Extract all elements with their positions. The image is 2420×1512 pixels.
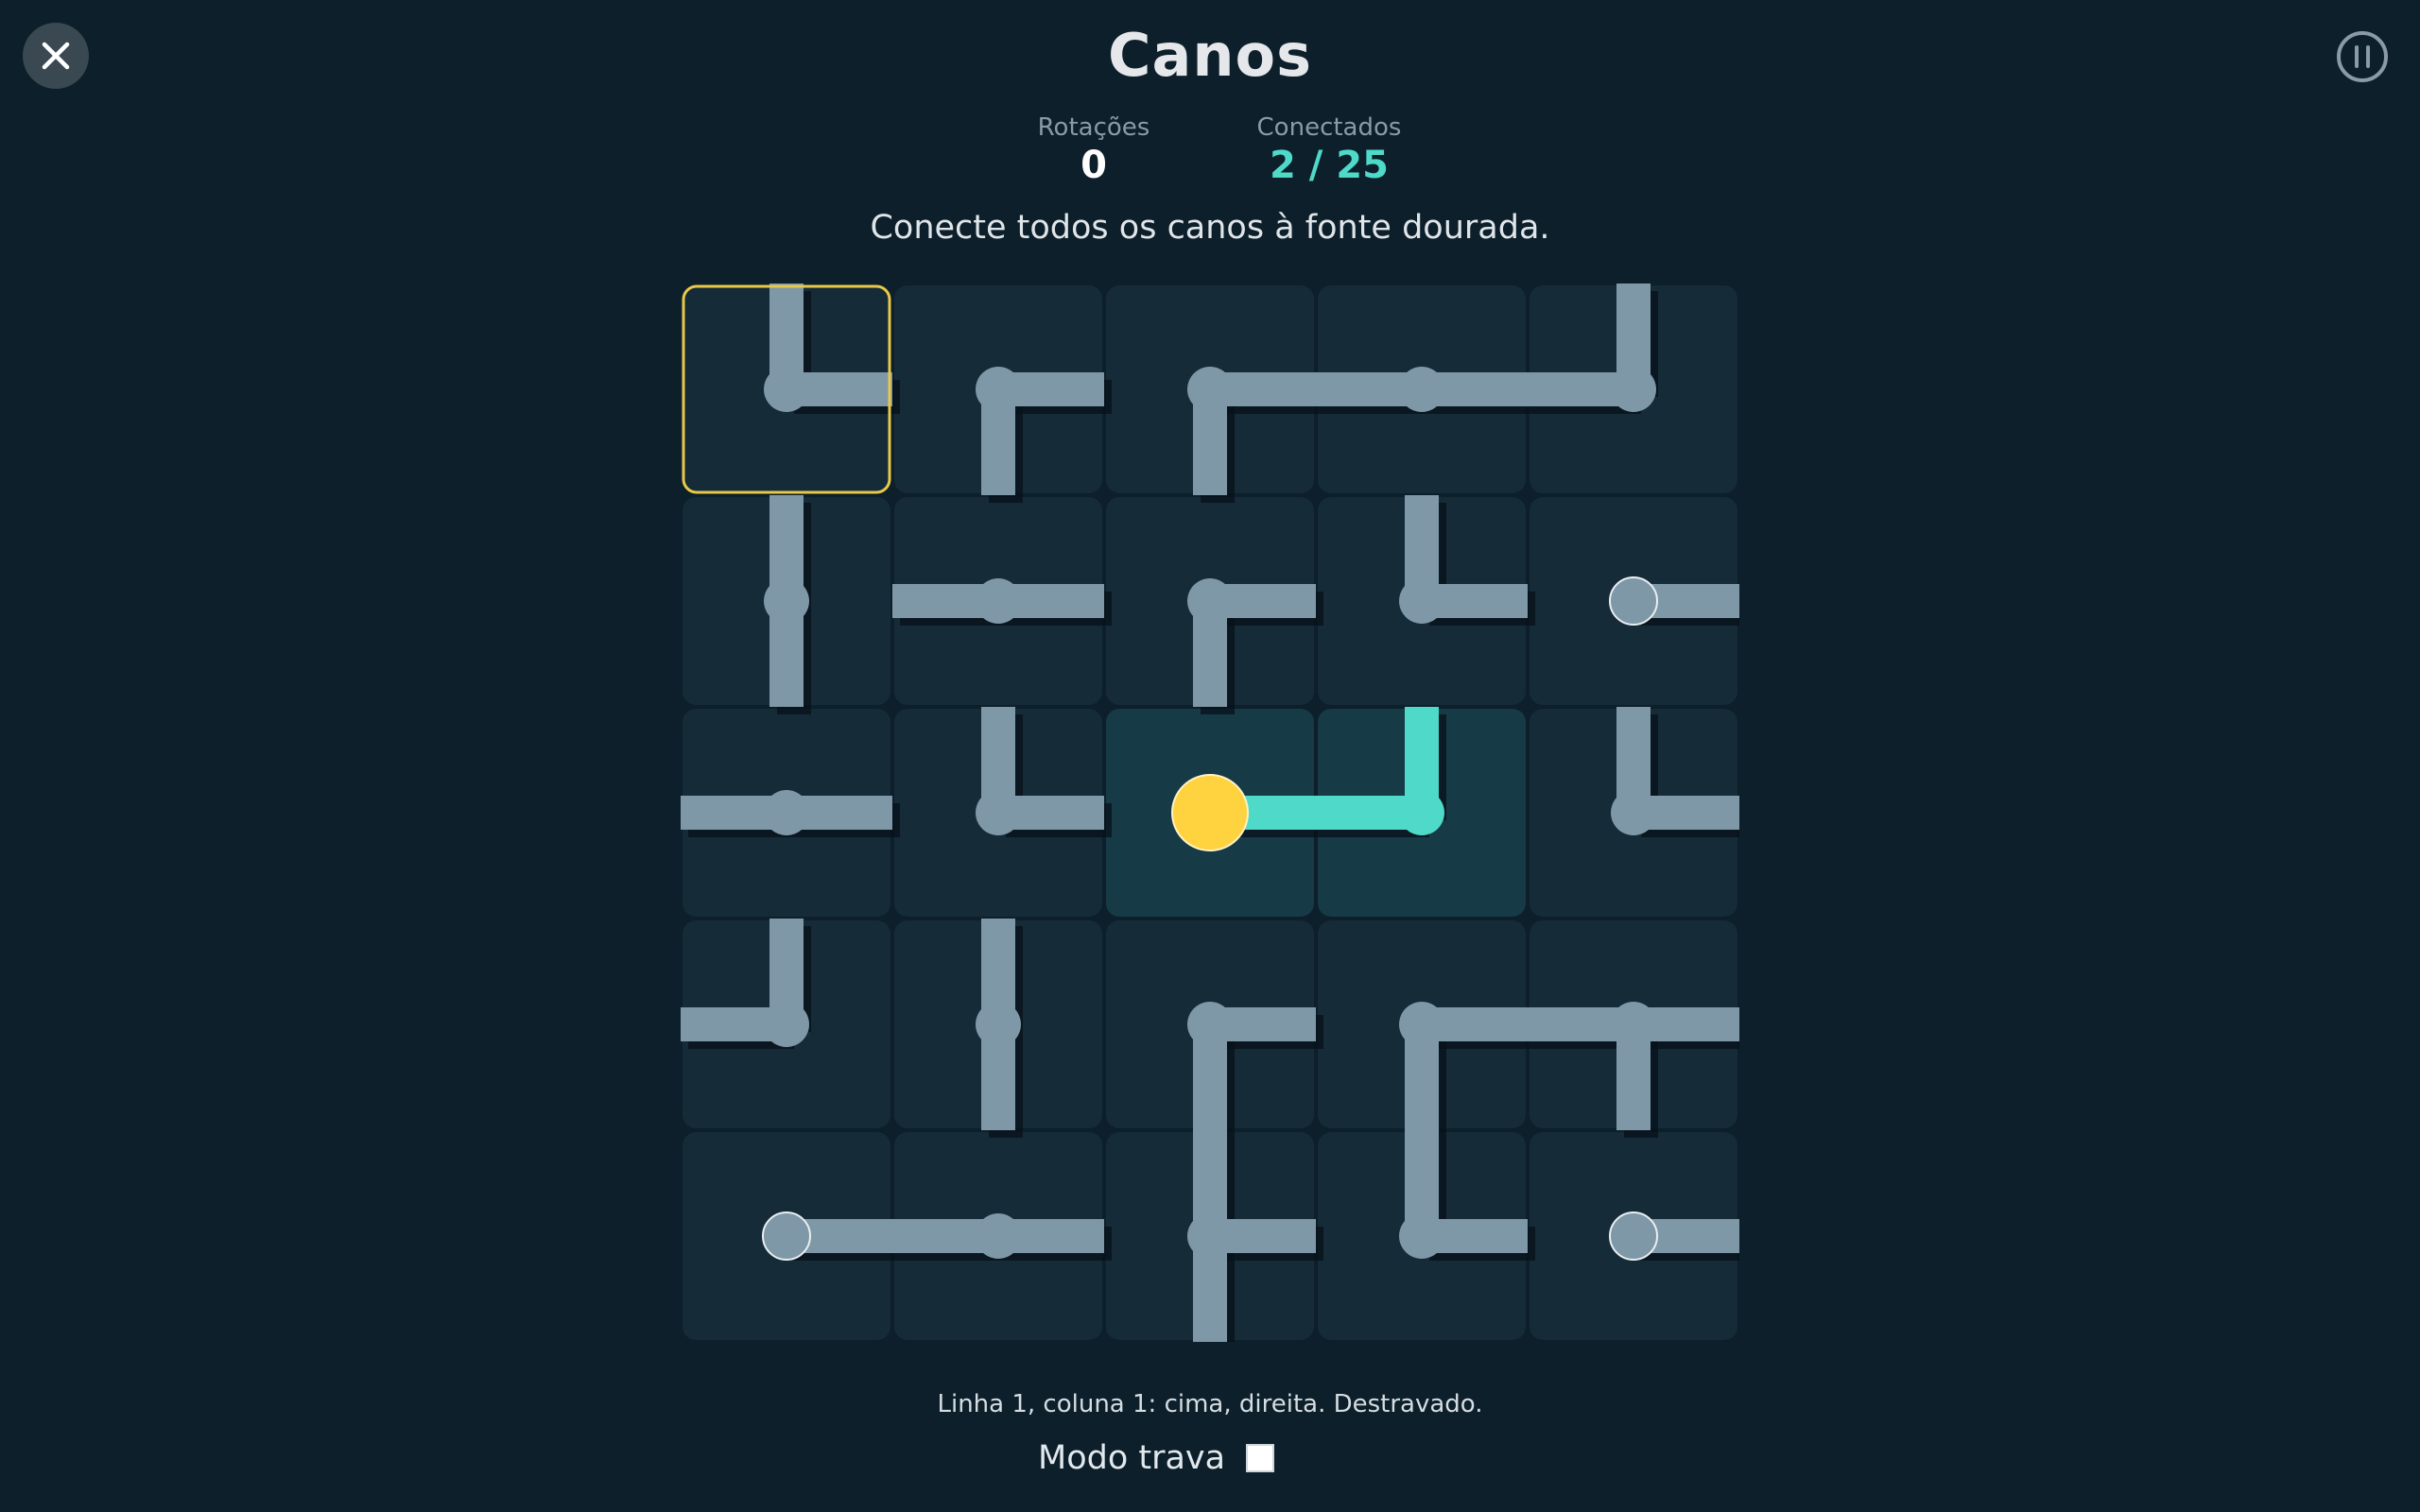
connected-stat: Conectados 2 / 25 xyxy=(1206,113,1452,187)
pipe-joint xyxy=(1187,578,1233,624)
pipe-grid xyxy=(681,284,1747,1349)
pipe-joint xyxy=(976,1213,1021,1259)
pipe-joint xyxy=(976,367,1021,412)
pipe-joint xyxy=(764,578,809,624)
connected-label: Conectados xyxy=(1256,113,1402,142)
pipe-joint xyxy=(764,790,809,835)
lock-mode-label: Modo trava xyxy=(1038,1439,1226,1477)
endpoint-node xyxy=(1609,1211,1658,1261)
endpoint-node xyxy=(762,1211,811,1261)
pipe-joint xyxy=(1611,1002,1656,1047)
instruction-text: Conecte todos os canos à fonte dourada. xyxy=(870,209,1550,247)
pipe-joint xyxy=(976,578,1021,624)
pipe-joint xyxy=(976,1002,1021,1047)
pipe-joint xyxy=(764,367,809,412)
source-node xyxy=(1171,774,1249,851)
pipe-joint xyxy=(1187,1213,1233,1259)
pipe-joint xyxy=(1611,790,1656,835)
lock-mode-row: Modo trava xyxy=(1038,1439,1275,1477)
pipe-joint xyxy=(1399,578,1444,624)
pipe-joint xyxy=(1611,367,1656,412)
pipe-joint xyxy=(1399,790,1444,835)
status-text: Linha 1, coluna 1: cima, direita. Destra… xyxy=(937,1390,1483,1418)
endpoint-node xyxy=(1609,576,1658,626)
pipe-joint xyxy=(764,1002,809,1047)
pipe-joint xyxy=(1399,367,1444,412)
rotations-value: 0 xyxy=(1080,144,1107,187)
pause-button[interactable] xyxy=(2335,29,2390,84)
rotations-stat: Rotações 0 xyxy=(971,113,1217,187)
pipe-joint xyxy=(1399,1002,1444,1047)
page-title: Canos xyxy=(1108,21,1312,90)
pause-icon xyxy=(2337,31,2388,82)
lock-mode-checkbox[interactable] xyxy=(1246,1444,1275,1472)
puzzle-board xyxy=(681,284,1747,1349)
connected-value: 2 / 25 xyxy=(1270,144,1389,187)
pipe-joint xyxy=(976,790,1021,835)
pipe-joint xyxy=(1187,1002,1233,1047)
pipe-joint xyxy=(1399,1213,1444,1259)
rotations-label: Rotações xyxy=(1037,113,1150,142)
pipe-joint xyxy=(1187,367,1233,412)
